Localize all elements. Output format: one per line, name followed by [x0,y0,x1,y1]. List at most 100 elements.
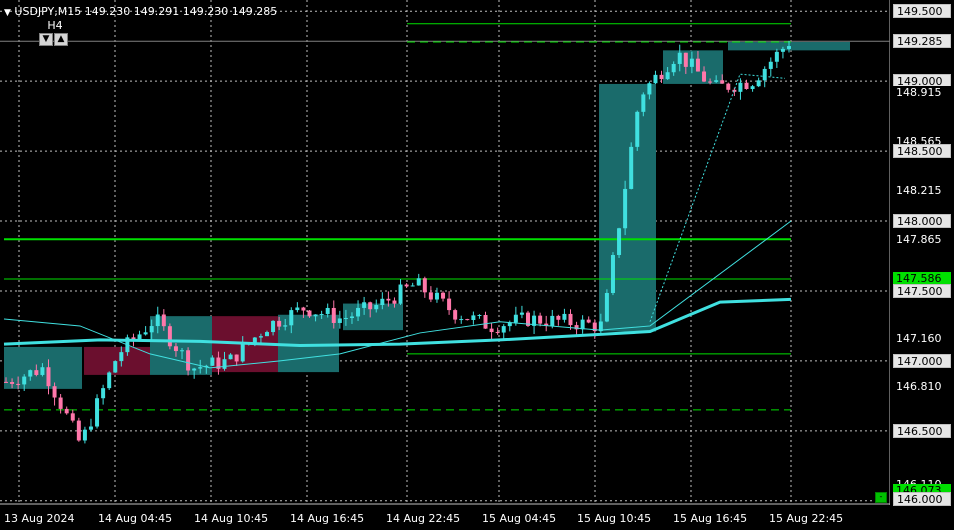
candle-body [16,383,21,385]
chart-canvas[interactable] [0,0,890,505]
price-label: 149.500 [893,4,951,19]
candle-body [343,318,348,320]
candle-body [143,332,148,335]
candle-body [623,188,628,229]
time-label: 15 Aug 16:45 [673,512,748,525]
candle-body [222,359,227,369]
candle-body [550,315,555,327]
candle-body [325,307,330,314]
moving-average-medium [3,220,792,369]
candle-body [495,332,500,334]
candle-body [714,80,719,82]
candle-body [695,58,700,72]
candle-body [604,292,609,322]
candle-body [4,381,8,383]
candle-body [349,316,354,319]
candle-body [750,86,755,90]
candle-body [483,314,488,329]
candle-body [277,320,282,327]
candle-body [629,146,634,189]
candle-body [28,370,33,377]
candle-body [301,307,306,311]
candle-body [307,310,312,317]
price-label: 148.000 [893,214,951,229]
candle-body [434,292,439,300]
candle-body [398,284,403,304]
price-label: 148.215 [893,183,951,197]
candle-body [95,398,100,427]
candle-body [186,350,191,371]
candle-body [441,292,446,299]
symbol-timeframe: USDJPY,M15 [14,5,82,18]
candle-body [258,336,263,338]
candle-body [671,63,676,73]
candle-body [240,343,245,362]
timeframe-down-button[interactable]: ▼ [39,33,53,46]
candle-body [295,307,300,311]
candle-body [10,382,15,384]
candle-body [453,310,458,320]
collapse-button[interactable]: - [875,492,887,503]
candle-body [380,298,385,306]
candle-body [477,314,482,316]
candle-body [610,255,615,293]
candle-body [635,111,640,147]
candle-body [447,298,452,311]
candle-body [173,346,178,352]
candle-body [683,52,688,67]
candle-body [362,302,367,308]
candle-body [562,313,567,320]
candle-body [113,361,118,373]
candle-body [410,285,415,287]
candle-body [568,313,573,326]
price-label: 148.915 [893,86,951,100]
price-label: 147.500 [893,283,951,298]
candle-body [689,58,694,67]
candle-body [744,82,749,90]
candle-body [556,315,561,320]
timeframe-up-button[interactable]: ▲ [54,33,68,46]
candle-body [416,278,421,286]
time-label: 14 Aug 10:45 [194,512,269,525]
candle-body [271,320,276,333]
candle-body [702,71,707,82]
candle-body [319,313,324,315]
candle-body [265,332,269,337]
candle-body [428,292,433,300]
candle-body [198,367,203,369]
time-label: 15 Aug 04:45 [482,512,557,525]
candle-body [192,368,197,371]
candle-body [471,315,476,321]
price-label: 147.000 [893,353,951,368]
price-label: 147.160 [893,331,951,345]
price-label: 146.810 [893,380,951,394]
candle-body [617,228,622,256]
price-label: 147.865 [893,232,951,246]
price-chart[interactable] [0,0,890,505]
candle-body [501,326,506,333]
candle-body [22,376,27,385]
candle-body [665,72,670,80]
candle-body [234,354,239,362]
candle-body [107,372,112,389]
candle-body [58,397,63,409]
candle-body [659,74,664,80]
candle-body [52,386,57,398]
candle-body [64,408,69,414]
candle-body [374,305,379,310]
candle-body [738,82,743,92]
time-label: 14 Aug 04:45 [98,512,173,525]
chart-header: ▼ USDJPY,M15 149.230 149.291 149.230 149… [4,5,277,18]
time-label: 14 Aug 16:45 [290,512,365,525]
candle-body [538,315,543,324]
candle-body [762,68,767,81]
h4-box [278,314,339,373]
candle-body [774,51,779,62]
candle-body [161,314,166,327]
candle-body [422,278,427,293]
candle-body [586,319,591,323]
h4-candle-boxes [4,41,850,389]
candle-body [489,328,494,333]
candle-body [392,300,397,304]
triangle-down-icon[interactable]: ▼ [4,8,11,18]
